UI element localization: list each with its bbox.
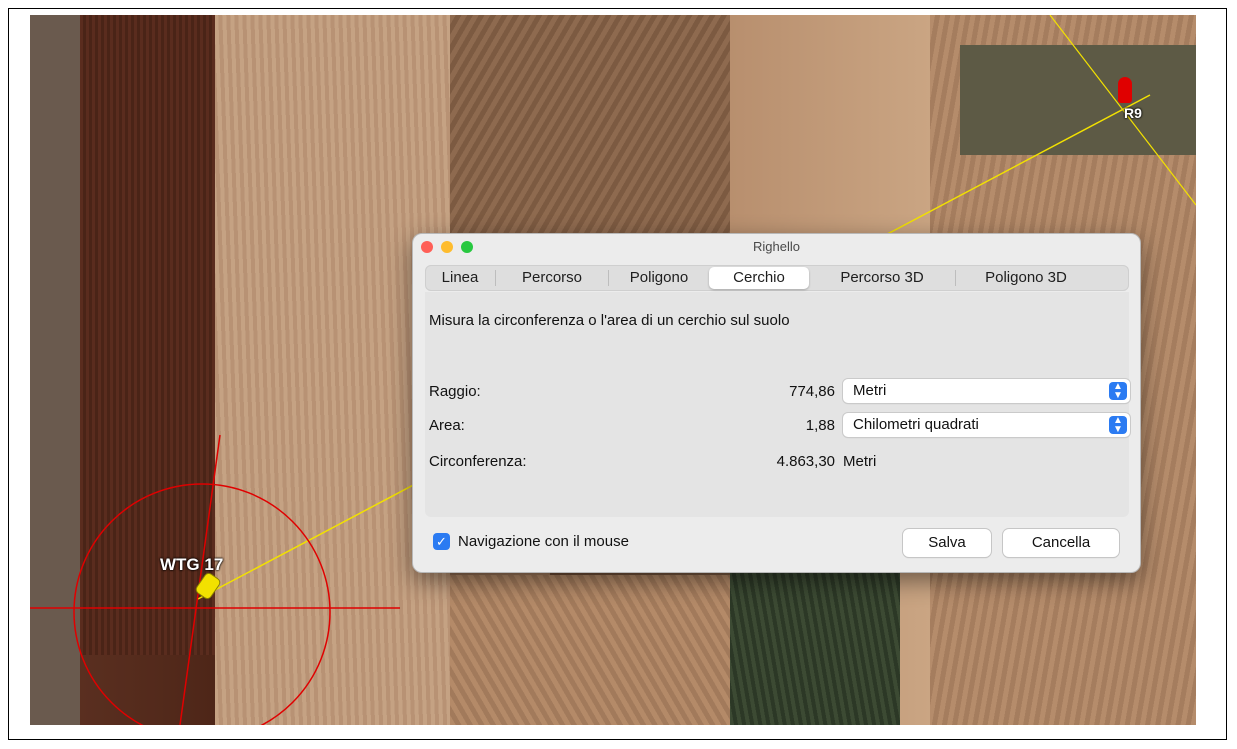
tab-content-panel: Misura la circonferenza o l'area di un c… xyxy=(425,292,1130,517)
measure-circle xyxy=(73,483,331,725)
tab-poligono-3d[interactable]: Poligono 3D xyxy=(956,267,1096,289)
radius-value: 774,86 xyxy=(789,383,835,400)
radius-label: Raggio: xyxy=(429,383,481,400)
tab-linea[interactable]: Linea xyxy=(425,267,495,289)
circumference-unit: Metri xyxy=(843,453,877,470)
chevron-updown-icon: ▲ ▼ xyxy=(1109,382,1127,401)
area-unit-value: Chilometri quadrati xyxy=(853,416,979,433)
tab-cerchio[interactable]: Cerchio xyxy=(709,267,809,289)
tab-bar: Linea Percorso Poligono Cerchio Percorso… xyxy=(425,265,1129,291)
person-icon[interactable] xyxy=(1118,77,1132,103)
cancel-button[interactable]: Cancella xyxy=(1003,529,1119,557)
save-button[interactable]: Salva xyxy=(903,529,991,557)
area-label: Area: xyxy=(429,417,465,434)
title-bar[interactable]: Righello xyxy=(413,234,1140,258)
circumference-value: 4.863,30 xyxy=(776,453,835,470)
window-title: Righello xyxy=(753,239,800,254)
tab-poligono[interactable]: Poligono xyxy=(609,267,709,289)
circumference-label: Circonferenza: xyxy=(429,453,527,470)
area-unit-select[interactable]: Chilometri quadrati ▲ ▼ xyxy=(843,413,1130,437)
chevron-updown-icon: ▲ ▼ xyxy=(1109,416,1127,435)
mouse-navigation-checkbox[interactable]: ✓ xyxy=(433,533,450,550)
tab-percorso[interactable]: Percorso xyxy=(496,267,608,289)
description-text: Misura la circonferenza o l'area di un c… xyxy=(429,312,790,329)
radius-unit-select[interactable]: Metri ▲ ▼ xyxy=(843,379,1130,403)
area-value: 1,88 xyxy=(805,417,835,434)
ruler-dialog: Righello Linea Percorso Poligono Cerchio… xyxy=(412,233,1141,573)
placemark-label: WTG 17 xyxy=(160,555,224,574)
radius-unit-value: Metri xyxy=(853,382,887,399)
person-label: R9 xyxy=(1124,105,1142,121)
tab-percorso-3d[interactable]: Percorso 3D xyxy=(809,267,955,289)
yellow-road-line-1 xyxy=(1049,15,1196,206)
mouse-navigation-label[interactable]: Navigazione con il mouse xyxy=(458,533,629,550)
